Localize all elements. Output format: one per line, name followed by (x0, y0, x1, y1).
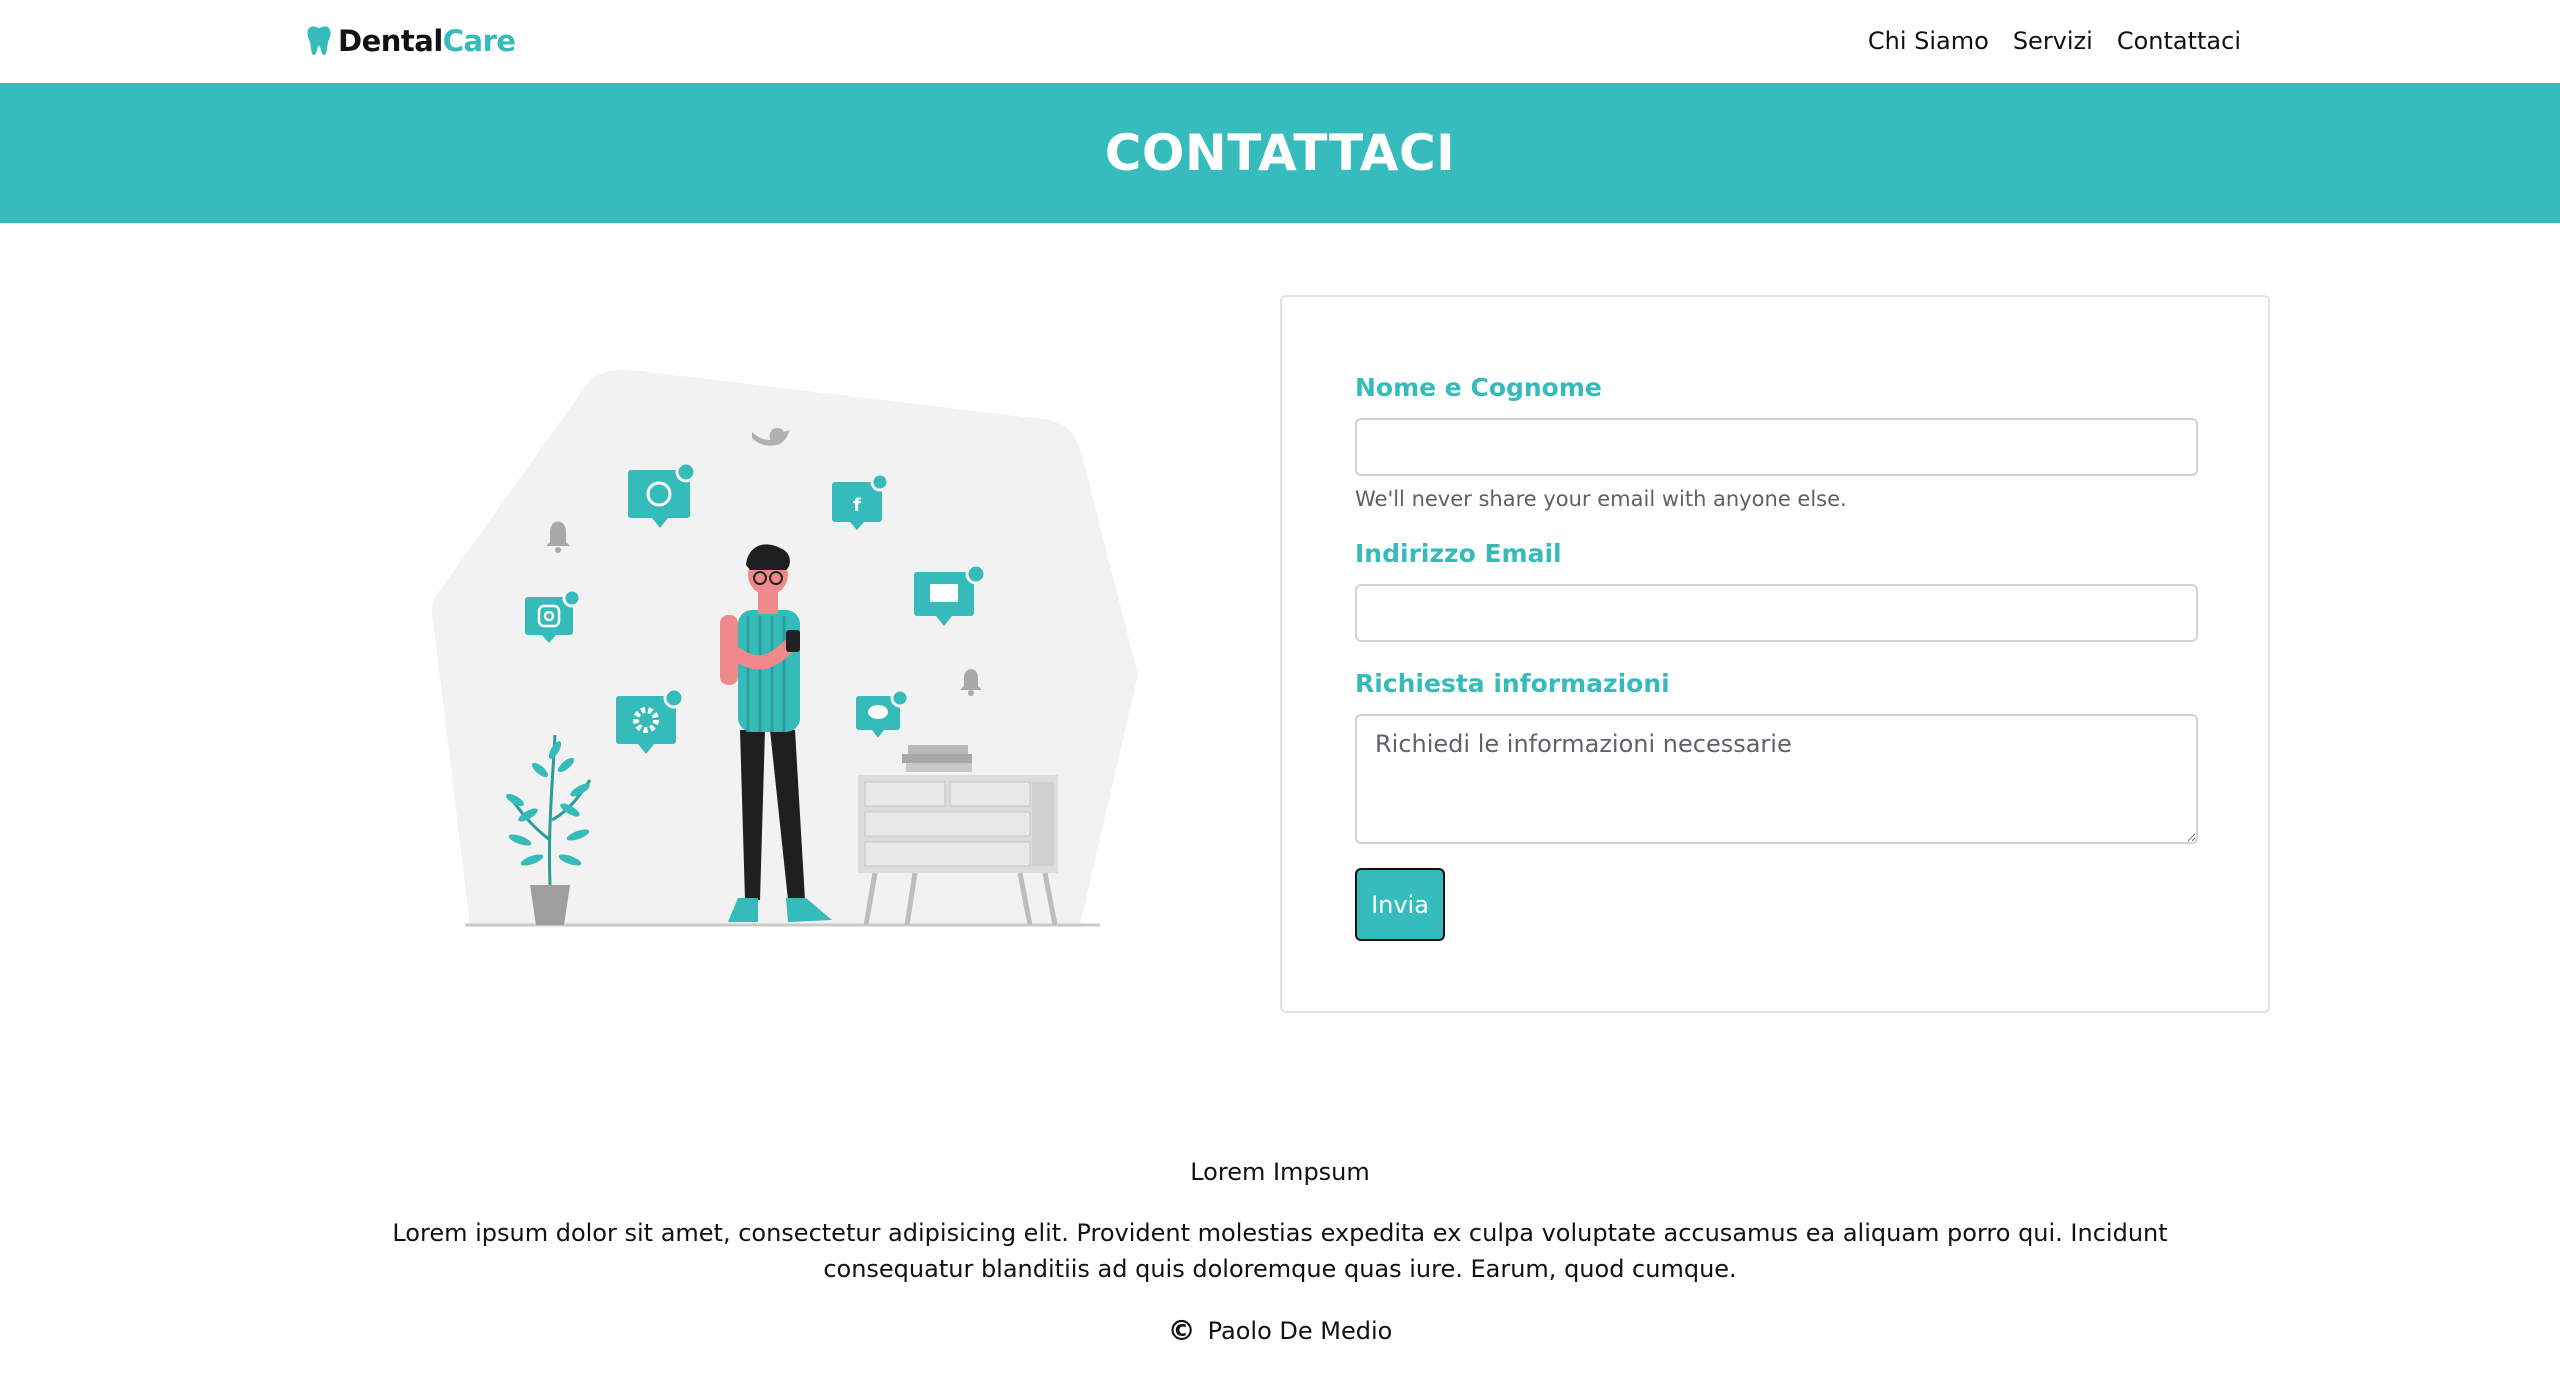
facebook-icon: f (832, 472, 890, 530)
brand-name-part2: Care (442, 24, 516, 58)
nav-item-servizi[interactable]: Servizi (2013, 27, 2093, 55)
brand-name-part1: Dental (338, 24, 443, 58)
request-textarea[interactable] (1355, 714, 2198, 844)
request-label: Richiesta informazioni (1355, 669, 1670, 698)
nav-links: Chi Siamo Servizi Contattaci (1868, 22, 2241, 60)
name-field[interactable] (1355, 418, 2198, 476)
name-help-text: We'll never share your email with anyone… (1355, 487, 1847, 511)
footer-title: Lorem Impsum (1190, 1158, 1370, 1186)
footer-text: Lorem ipsum dolor sit amet, consectetur … (392, 1219, 2168, 1283)
footer-author: Paolo De Medio (1207, 1316, 1393, 1345)
nav-item-contattaci[interactable]: Contattaci (2117, 27, 2241, 55)
email-label: Indirizzo Email (1355, 539, 1562, 568)
contact-illustration: f (420, 370, 1150, 940)
name-label: Nome e Cognome (1355, 373, 1602, 402)
navbar: Dental Care Chi Siamo Servizi Contattaci (0, 0, 2560, 83)
copyright-icon: © (1167, 1314, 1196, 1347)
hero-banner: CONTATTACI (0, 83, 2560, 223)
submit-button[interactable]: Invia (1355, 868, 1445, 941)
svg-text:f: f (853, 495, 861, 516)
tooth-icon (307, 26, 331, 55)
footer-copyright: © Paolo De Medio (0, 1314, 2560, 1347)
contact-form-card: Nome e Cognome We'll never share your em… (1280, 295, 2270, 1013)
nav-item-chi-siamo[interactable]: Chi Siamo (1868, 27, 1989, 55)
email-field[interactable] (1355, 584, 2198, 642)
page-title: CONTATTACI (1104, 124, 1456, 182)
brand-logo[interactable]: Dental Care (306, 22, 516, 60)
